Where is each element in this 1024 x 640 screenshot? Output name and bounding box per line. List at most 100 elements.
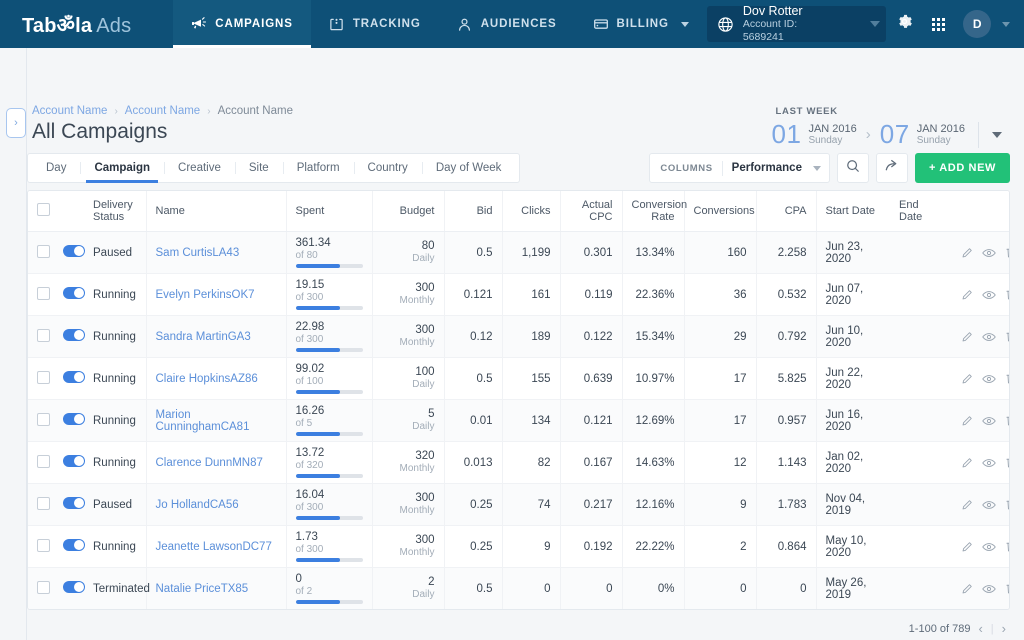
campaign-name-link[interactable]: Sam CurtisLA43 (156, 247, 240, 259)
preview-eye-icon[interactable] (982, 415, 996, 427)
col-budget[interactable]: Budget (372, 191, 444, 232)
tab-campaign[interactable]: Campaign (80, 154, 164, 182)
search-button[interactable] (837, 153, 869, 183)
edit-pencil-icon[interactable] (961, 289, 973, 301)
edit-pencil-icon[interactable] (961, 373, 973, 385)
row-checkbox[interactable] (37, 287, 50, 300)
table-row[interactable]: PausedSam CurtisLA43361.34of 8080Daily0.… (28, 232, 1010, 274)
delete-trash-icon[interactable] (1005, 246, 1010, 259)
edit-pencil-icon[interactable] (961, 541, 973, 553)
preview-eye-icon[interactable] (982, 583, 996, 595)
row-checkbox[interactable] (37, 455, 50, 468)
campaign-name-link[interactable]: Jo HollandCA56 (156, 499, 239, 511)
preview-eye-icon[interactable] (982, 331, 996, 343)
campaign-enable-toggle[interactable] (63, 455, 85, 467)
table-row[interactable]: PausedChris CooperAZ940of 1111Daily0.010… (28, 610, 1010, 611)
edit-pencil-icon[interactable] (961, 331, 973, 343)
tab-day[interactable]: Day (32, 154, 80, 182)
date-range-picker[interactable]: LAST WEEK 01 JAN 2016 Sunday › 07 JAN 20… (772, 106, 1002, 150)
row-checkbox[interactable] (37, 245, 50, 258)
edit-pencil-icon[interactable] (961, 247, 973, 259)
delete-trash-icon[interactable] (1005, 330, 1010, 343)
col-end-date[interactable]: End Date (890, 191, 952, 232)
delete-trash-icon[interactable] (1005, 414, 1010, 427)
col-conversions[interactable]: Conversions (684, 191, 756, 232)
campaign-name-link[interactable]: Sandra MartinGA3 (156, 331, 251, 343)
share-export-button[interactable] (876, 153, 908, 183)
tab-day-of-week[interactable]: Day of Week (422, 154, 516, 182)
delete-trash-icon[interactable] (1005, 372, 1010, 385)
delete-trash-icon[interactable] (1005, 582, 1010, 595)
table-row[interactable]: PausedJo HollandCA5616.04of 300300Monthl… (28, 484, 1010, 526)
preview-eye-icon[interactable] (982, 289, 996, 301)
delete-trash-icon[interactable] (1005, 456, 1010, 469)
row-checkbox[interactable] (37, 329, 50, 342)
campaign-name-link[interactable]: Natalie PriceTX85 (156, 583, 249, 595)
pagination-next-button[interactable]: › (1002, 621, 1006, 636)
campaign-enable-toggle[interactable] (63, 371, 85, 383)
col-conversion-rate[interactable]: Conversion Rate (622, 191, 684, 232)
preview-eye-icon[interactable] (982, 373, 996, 385)
row-checkbox[interactable] (37, 413, 50, 426)
table-row[interactable]: RunningClaire HopkinsAZ8699.02of 100100D… (28, 358, 1010, 400)
campaign-name-link[interactable]: Jeanette LawsonDC77 (156, 541, 272, 553)
avatar[interactable]: D (963, 10, 991, 38)
columns-preset-selector[interactable]: COLUMNS Performance (649, 153, 830, 183)
row-checkbox[interactable] (37, 539, 50, 552)
campaign-name-link[interactable]: Clarence DunnMN87 (156, 457, 263, 469)
campaign-enable-toggle[interactable] (63, 539, 85, 551)
campaign-enable-toggle[interactable] (63, 413, 85, 425)
table-row[interactable]: TerminatedNatalie PriceTX850of 22Daily0.… (28, 568, 1010, 610)
nav-item-billing[interactable]: BILLING (575, 0, 707, 48)
table-row[interactable]: RunningSandra MartinGA322.98of 300300Mon… (28, 316, 1010, 358)
sidebar-expand-toggle[interactable]: › (6, 108, 26, 138)
breadcrumb-item-1[interactable]: Account Name (32, 105, 107, 117)
nav-item-campaigns[interactable]: CAMPAIGNS (173, 0, 311, 48)
edit-pencil-icon[interactable] (961, 499, 973, 511)
preview-eye-icon[interactable] (982, 457, 996, 469)
col-clicks[interactable]: Clicks (502, 191, 560, 232)
col-start-date[interactable]: Start Date (816, 191, 890, 232)
campaign-name-link[interactable]: Claire HopkinsAZ86 (156, 373, 258, 385)
preview-eye-icon[interactable] (982, 499, 996, 511)
row-checkbox[interactable] (37, 371, 50, 384)
pagination-prev-button[interactable]: ‹ (978, 621, 982, 636)
table-row[interactable]: RunningMarion CunninghamCA8116.26of 55Da… (28, 400, 1010, 442)
account-selector[interactable]: Dov Rotter Account ID: 5689241 (707, 6, 886, 42)
col-cpa[interactable]: CPA (756, 191, 816, 232)
row-checkbox[interactable] (37, 581, 50, 594)
col-actual-cpc[interactable]: Actual CPC (560, 191, 622, 232)
chevron-down-icon[interactable] (992, 132, 1002, 138)
nav-item-audiences[interactable]: AUDIENCES (439, 0, 575, 48)
taboola-ads-logo[interactable]: Tabॐla Ads (22, 11, 131, 38)
tab-creative[interactable]: Creative (164, 154, 235, 182)
settings-button[interactable] (890, 9, 920, 39)
table-row[interactable]: RunningEvelyn PerkinsOK719.15of 300300Mo… (28, 274, 1010, 316)
breadcrumb-item-2[interactable]: Account Name (125, 105, 200, 117)
campaign-name-link[interactable]: Evelyn PerkinsOK7 (156, 289, 255, 301)
tab-country[interactable]: Country (354, 154, 422, 182)
col-delivery-status[interactable]: Delivery Status (84, 191, 146, 232)
select-all-checkbox[interactable] (37, 203, 50, 216)
table-row[interactable]: RunningClarence DunnMN8713.72of 320320Mo… (28, 442, 1010, 484)
campaign-name-link[interactable]: Marion CunninghamCA81 (156, 409, 250, 433)
campaign-enable-toggle[interactable] (63, 287, 85, 299)
tab-site[interactable]: Site (235, 154, 283, 182)
preview-eye-icon[interactable] (982, 247, 996, 259)
delete-trash-icon[interactable] (1005, 540, 1010, 553)
col-bid[interactable]: Bid (444, 191, 502, 232)
delete-trash-icon[interactable] (1005, 288, 1010, 301)
add-new-button[interactable]: + ADD NEW (915, 153, 1010, 183)
nav-item-tracking[interactable]: TRACKING (311, 0, 439, 48)
tab-platform[interactable]: Platform (283, 154, 354, 182)
edit-pencil-icon[interactable] (961, 583, 973, 595)
col-name[interactable]: Name (146, 191, 286, 232)
row-checkbox[interactable] (37, 497, 50, 510)
delete-trash-icon[interactable] (1005, 498, 1010, 511)
chevron-down-icon[interactable] (1002, 22, 1010, 27)
apps-button[interactable] (924, 9, 954, 39)
table-row[interactable]: RunningJeanette LawsonDC771.73of 300300M… (28, 526, 1010, 568)
col-spent[interactable]: Spent (286, 191, 372, 232)
edit-pencil-icon[interactable] (961, 415, 973, 427)
preview-eye-icon[interactable] (982, 541, 996, 553)
